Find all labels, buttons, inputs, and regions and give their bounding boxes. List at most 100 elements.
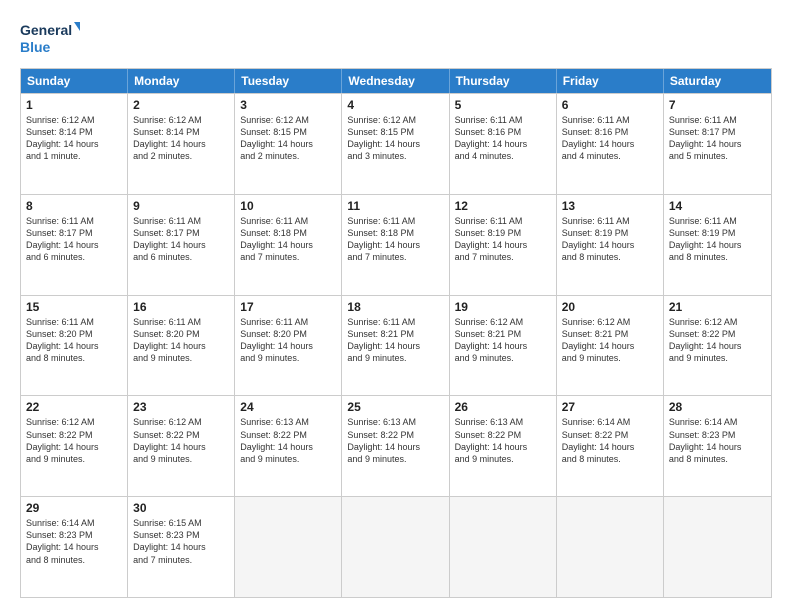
calendar-header: SundayMondayTuesdayWednesdayThursdayFrid… — [21, 69, 771, 93]
calendar-week-5: 29 Sunrise: 6:14 AM Sunset: 8:23 PM Dayli… — [21, 496, 771, 597]
day-info: Sunrise: 6:11 AM Sunset: 8:17 PM Dayligh… — [133, 215, 229, 264]
day-header-friday: Friday — [557, 69, 664, 93]
day-cell-10: 10 Sunrise: 6:11 AM Sunset: 8:18 PM Dayli… — [235, 195, 342, 295]
empty-cell-4-6 — [664, 497, 771, 597]
day-info: Sunrise: 6:13 AM Sunset: 8:22 PM Dayligh… — [240, 416, 336, 465]
day-info: Sunrise: 6:11 AM Sunset: 8:18 PM Dayligh… — [240, 215, 336, 264]
day-cell-13: 13Sunrise: 6:11 AM Sunset: 8:19 PM Dayli… — [557, 195, 664, 295]
day-info: Sunrise: 6:15 AM Sunset: 8:23 PM Dayligh… — [133, 517, 229, 566]
day-number: 2 — [133, 98, 229, 112]
day-cell-28: 28 Sunrise: 6:14 AM Sunset: 8:23 PM Dayli… — [664, 396, 771, 496]
day-info: Sunrise: 6:14 AM Sunset: 8:23 PM Dayligh… — [26, 517, 122, 566]
day-number: 27 — [562, 400, 658, 414]
svg-text:Blue: Blue — [20, 39, 51, 55]
day-info: Sunrise: 6:11 AM Sunset: 8:17 PM Dayligh… — [26, 215, 122, 264]
day-cell-27: 27 Sunrise: 6:14 AM Sunset: 8:22 PM Dayli… — [557, 396, 664, 496]
day-cell-23: 23 Sunrise: 6:12 AM Sunset: 8:22 PM Dayli… — [128, 396, 235, 496]
day-cell-21: 21Sunrise: 6:12 AM Sunset: 8:22 PM Dayli… — [664, 296, 771, 396]
day-cell-30: 30Sunrise: 6:15 AM Sunset: 8:23 PM Dayli… — [128, 497, 235, 597]
day-number: 3 — [240, 98, 336, 112]
day-cell-9: 9 Sunrise: 6:11 AM Sunset: 8:17 PM Daylig… — [128, 195, 235, 295]
day-cell-19: 19 Sunrise: 6:12 AM Sunset: 8:21 PM Dayli… — [450, 296, 557, 396]
day-cell-29: 29 Sunrise: 6:14 AM Sunset: 8:23 PM Dayli… — [21, 497, 128, 597]
day-cell-11: 11Sunrise: 6:11 AM Sunset: 8:18 PM Dayli… — [342, 195, 449, 295]
day-number: 14 — [669, 199, 766, 213]
day-cell-3: 3 Sunrise: 6:12 AM Sunset: 8:15 PM Daylig… — [235, 94, 342, 194]
calendar-body: 1 Sunrise: 6:12 AM Sunset: 8:14 PM Daylig… — [21, 93, 771, 597]
day-cell-8: 8 Sunrise: 6:11 AM Sunset: 8:17 PM Daylig… — [21, 195, 128, 295]
day-number: 23 — [133, 400, 229, 414]
day-number: 12 — [455, 199, 551, 213]
day-info: Sunrise: 6:11 AM Sunset: 8:21 PM Dayligh… — [347, 316, 443, 365]
day-cell-7: 7 Sunrise: 6:11 AM Sunset: 8:17 PM Daylig… — [664, 94, 771, 194]
calendar-week-3: 15Sunrise: 6:11 AM Sunset: 8:20 PM Dayli… — [21, 295, 771, 396]
day-cell-22: 22 Sunrise: 6:12 AM Sunset: 8:22 PM Dayli… — [21, 396, 128, 496]
day-info: Sunrise: 6:14 AM Sunset: 8:23 PM Dayligh… — [669, 416, 766, 465]
day-cell-1: 1 Sunrise: 6:12 AM Sunset: 8:14 PM Daylig… — [21, 94, 128, 194]
day-number: 17 — [240, 300, 336, 314]
day-number: 1 — [26, 98, 122, 112]
day-cell-16: 16 Sunrise: 6:11 AM Sunset: 8:20 PM Dayli… — [128, 296, 235, 396]
day-info: Sunrise: 6:12 AM Sunset: 8:14 PM Dayligh… — [133, 114, 229, 163]
day-info: Sunrise: 6:11 AM Sunset: 8:16 PM Dayligh… — [562, 114, 658, 163]
day-number: 9 — [133, 199, 229, 213]
day-cell-17: 17 Sunrise: 6:11 AM Sunset: 8:20 PM Dayli… — [235, 296, 342, 396]
day-header-monday: Monday — [128, 69, 235, 93]
day-number: 5 — [455, 98, 551, 112]
day-number: 29 — [26, 501, 122, 515]
svg-text:General: General — [20, 22, 72, 38]
day-number: 25 — [347, 400, 443, 414]
day-number: 10 — [240, 199, 336, 213]
day-info: Sunrise: 6:12 AM Sunset: 8:22 PM Dayligh… — [133, 416, 229, 465]
day-info: Sunrise: 6:12 AM Sunset: 8:22 PM Dayligh… — [669, 316, 766, 365]
page: General Blue SundayMondayTuesdayWednesda… — [0, 0, 792, 612]
day-info: Sunrise: 6:11 AM Sunset: 8:20 PM Dayligh… — [26, 316, 122, 365]
day-info: Sunrise: 6:11 AM Sunset: 8:20 PM Dayligh… — [240, 316, 336, 365]
day-info: Sunrise: 6:12 AM Sunset: 8:15 PM Dayligh… — [240, 114, 336, 163]
calendar-week-4: 22 Sunrise: 6:12 AM Sunset: 8:22 PM Dayli… — [21, 395, 771, 496]
day-cell-15: 15Sunrise: 6:11 AM Sunset: 8:20 PM Dayli… — [21, 296, 128, 396]
day-header-saturday: Saturday — [664, 69, 771, 93]
day-number: 4 — [347, 98, 443, 112]
day-header-sunday: Sunday — [21, 69, 128, 93]
day-info: Sunrise: 6:11 AM Sunset: 8:16 PM Dayligh… — [455, 114, 551, 163]
header: General Blue — [20, 18, 772, 58]
day-number: 8 — [26, 199, 122, 213]
day-info: Sunrise: 6:13 AM Sunset: 8:22 PM Dayligh… — [455, 416, 551, 465]
logo-svg: General Blue — [20, 18, 80, 58]
day-info: Sunrise: 6:12 AM Sunset: 8:21 PM Dayligh… — [455, 316, 551, 365]
day-info: Sunrise: 6:11 AM Sunset: 8:19 PM Dayligh… — [562, 215, 658, 264]
day-number: 24 — [240, 400, 336, 414]
day-info: Sunrise: 6:13 AM Sunset: 8:22 PM Dayligh… — [347, 416, 443, 465]
day-number: 28 — [669, 400, 766, 414]
logo: General Blue — [20, 18, 80, 58]
day-info: Sunrise: 6:11 AM Sunset: 8:19 PM Dayligh… — [669, 215, 766, 264]
day-info: Sunrise: 6:11 AM Sunset: 8:20 PM Dayligh… — [133, 316, 229, 365]
day-info: Sunrise: 6:12 AM Sunset: 8:21 PM Dayligh… — [562, 316, 658, 365]
day-info: Sunrise: 6:12 AM Sunset: 8:15 PM Dayligh… — [347, 114, 443, 163]
day-info: Sunrise: 6:11 AM Sunset: 8:19 PM Dayligh… — [455, 215, 551, 264]
day-info: Sunrise: 6:11 AM Sunset: 8:17 PM Dayligh… — [669, 114, 766, 163]
empty-cell-4-3 — [342, 497, 449, 597]
day-info: Sunrise: 6:12 AM Sunset: 8:14 PM Dayligh… — [26, 114, 122, 163]
day-number: 6 — [562, 98, 658, 112]
day-cell-26: 26 Sunrise: 6:13 AM Sunset: 8:22 PM Dayli… — [450, 396, 557, 496]
day-header-wednesday: Wednesday — [342, 69, 449, 93]
day-number: 26 — [455, 400, 551, 414]
day-number: 11 — [347, 199, 443, 213]
day-cell-2: 2 Sunrise: 6:12 AM Sunset: 8:14 PM Daylig… — [128, 94, 235, 194]
day-number: 18 — [347, 300, 443, 314]
calendar-week-1: 1 Sunrise: 6:12 AM Sunset: 8:14 PM Daylig… — [21, 93, 771, 194]
day-number: 19 — [455, 300, 551, 314]
day-cell-6: 6 Sunrise: 6:11 AM Sunset: 8:16 PM Daylig… — [557, 94, 664, 194]
day-header-thursday: Thursday — [450, 69, 557, 93]
day-number: 16 — [133, 300, 229, 314]
day-cell-12: 12 Sunrise: 6:11 AM Sunset: 8:19 PM Dayli… — [450, 195, 557, 295]
day-number: 22 — [26, 400, 122, 414]
day-info: Sunrise: 6:14 AM Sunset: 8:22 PM Dayligh… — [562, 416, 658, 465]
day-info: Sunrise: 6:12 AM Sunset: 8:22 PM Dayligh… — [26, 416, 122, 465]
day-cell-14: 14 Sunrise: 6:11 AM Sunset: 8:19 PM Dayli… — [664, 195, 771, 295]
day-cell-5: 5 Sunrise: 6:11 AM Sunset: 8:16 PM Daylig… — [450, 94, 557, 194]
empty-cell-4-2 — [235, 497, 342, 597]
day-number: 7 — [669, 98, 766, 112]
